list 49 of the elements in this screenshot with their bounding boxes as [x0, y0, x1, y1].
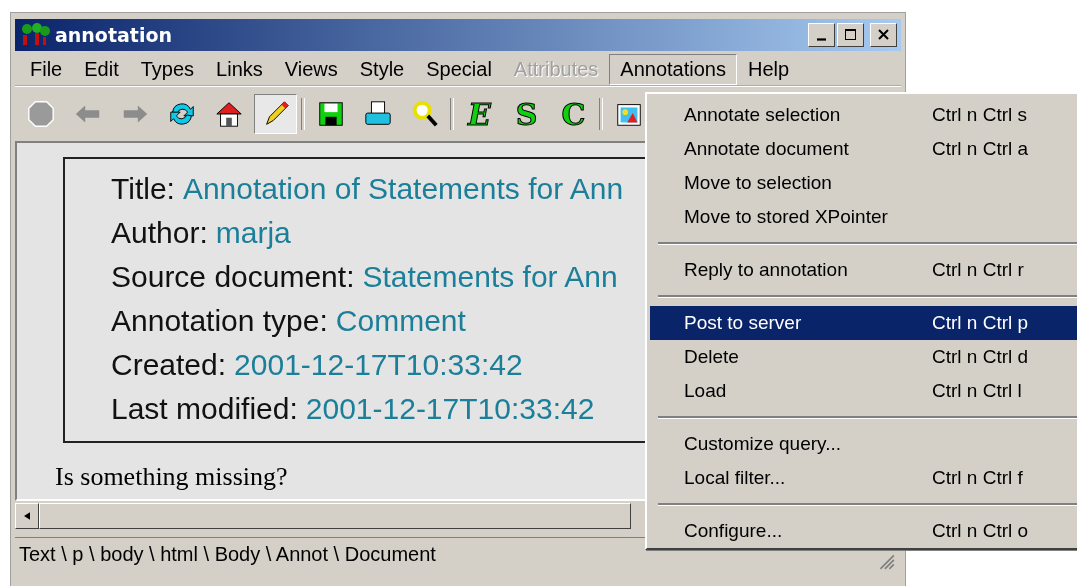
field-value: Statements for Ann [362, 260, 618, 293]
field-label: Title: [111, 172, 175, 205]
menu-item[interactable]: Configure... Ctrl n Ctrl o [650, 514, 1077, 548]
field-label: Annotation type: [111, 304, 328, 337]
menu-item[interactable]: Local filter... Ctrl n Ctrl f [650, 461, 1077, 495]
window-title: annotation [55, 24, 173, 46]
menu-item[interactable]: Annotate document Ctrl n Ctrl a [650, 132, 1077, 166]
stop-sign-icon [25, 99, 56, 129]
menu-item[interactable]: Delete Ctrl n Ctrl d [650, 340, 1077, 374]
field-value: 2001-12-17T10:33:42 [305, 392, 595, 425]
field-value: marja [215, 216, 291, 249]
annotation-text: Is something missing? [55, 461, 288, 493]
menu-item[interactable]: Help [736, 53, 801, 85]
menu-item[interactable]: Reply to annotation Ctrl n Ctrl r [650, 253, 1077, 287]
menu-item[interactable]: Style [348, 53, 416, 85]
maximize-icon [842, 28, 859, 42]
close-button[interactable] [870, 23, 897, 47]
menu-item[interactable]: Annotations [609, 53, 737, 85]
tree-icon [19, 23, 51, 47]
scroll-left-button[interactable] [15, 503, 39, 529]
close-icon [875, 28, 892, 42]
menu-item[interactable]: Load Ctrl n Ctrl l [650, 374, 1077, 408]
left-arrow-icon [24, 512, 30, 520]
maximize-button[interactable] [837, 23, 864, 47]
scroll-thumb[interactable] [39, 503, 631, 529]
menu-item[interactable]: Move to stored XPointer [650, 200, 1077, 234]
resize-grip-icon[interactable] [877, 552, 895, 570]
field-label: Author: [111, 216, 208, 249]
status-text: Text \ p \ body \ html \ Body \ Annot \ Document [18, 542, 436, 566]
menu-item[interactable]: Views [273, 53, 349, 85]
menu-item[interactable]: Edit [73, 53, 130, 85]
menu-item[interactable]: Post to server Ctrl n Ctrl p [650, 306, 1077, 340]
field-value: 2001-12-17T10:33:42 [234, 348, 523, 381]
field-label: Last modified: [111, 392, 298, 425]
minimize-button[interactable] [808, 23, 835, 47]
menu-item[interactable]: Annotate selection Ctrl n Ctrl s [650, 98, 1077, 132]
pencil-button[interactable] [254, 94, 297, 134]
field-value: Annotation of Statements for Ann [182, 172, 624, 205]
menu-item[interactable]: Customize query... [650, 427, 1077, 461]
house-icon [213, 99, 244, 129]
menu-item[interactable]: File [19, 53, 74, 85]
field-label: Source document: [111, 260, 355, 293]
menu-item[interactable]: Move to selection [650, 166, 1077, 200]
menu-item[interactable]: Links [205, 53, 274, 85]
field-value: Comment [335, 304, 466, 337]
menu-item[interactable]: Types [129, 53, 206, 85]
field-label: Created: [111, 348, 227, 381]
menu-item[interactable]: Special [415, 53, 503, 85]
minimize-icon [817, 37, 826, 41]
